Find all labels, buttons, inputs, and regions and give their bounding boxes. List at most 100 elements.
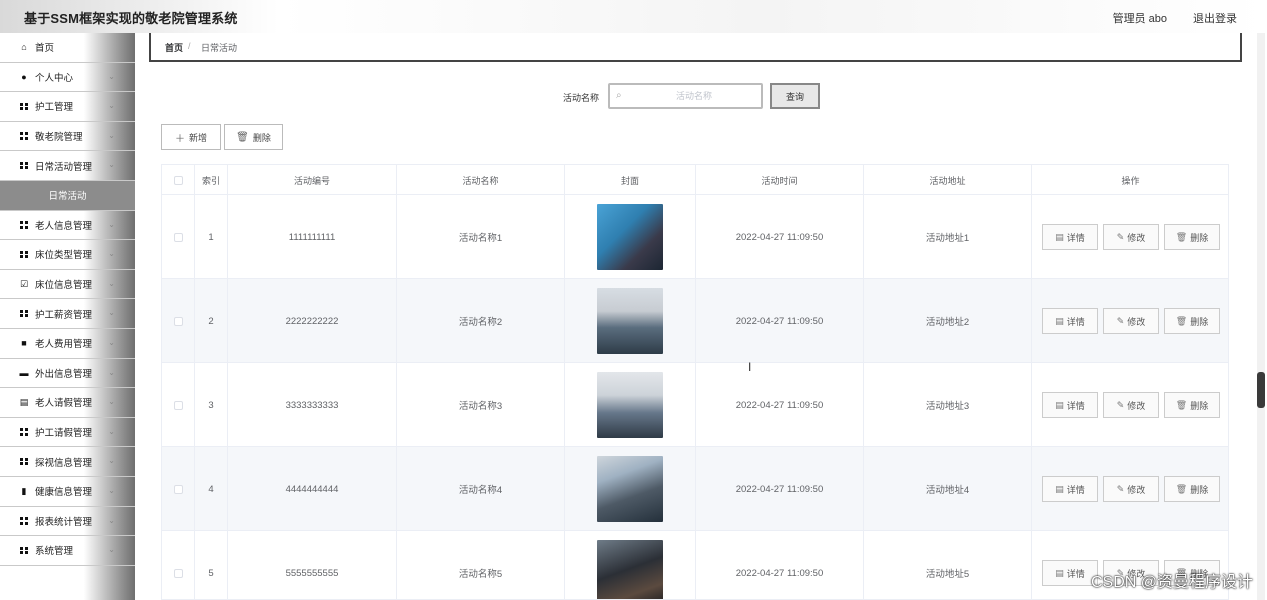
edit-button[interactable]: ✎ 修改 <box>1103 308 1159 334</box>
edit-button-label: 修改 <box>1127 316 1146 327</box>
sidebar-item-11[interactable]: ▬ 外出信息管理 ⌄ <box>0 359 135 389</box>
detail-button[interactable]: ▤ 详情 <box>1042 308 1098 334</box>
detail-button[interactable]: ▤ 详情 <box>1042 476 1098 502</box>
cover-image[interactable] <box>597 288 663 354</box>
row-checkbox[interactable] <box>173 400 183 410</box>
sidebar-item-3[interactable]: 敬老院管理 ⌄ <box>0 122 135 152</box>
edit-icon: ✎ <box>1116 315 1125 326</box>
logout-link[interactable]: 退出登录 <box>1193 10 1237 26</box>
edit-button[interactable]: ✎ 修改 <box>1103 224 1159 250</box>
grid-icon <box>19 101 29 111</box>
chevron-down-icon: ⌄ <box>108 219 115 229</box>
table-header: 索引 活动编号 活动名称 封面 活动时间 活动地址 操作 <box>162 165 1228 195</box>
edit-button-label: 修改 <box>1127 232 1146 243</box>
select-all-checkbox[interactable] <box>173 175 183 185</box>
sidebar-item-9[interactable]: 护工薪资管理 ⌄ <box>0 299 135 329</box>
sidebar-item-10[interactable]: ■ 老人费用管理 ⌄ <box>0 329 135 359</box>
row-checkbox[interactable] <box>173 316 183 326</box>
cell-cover <box>565 531 696 599</box>
cell-index: 2 <box>195 279 228 363</box>
cover-image[interactable] <box>597 372 663 438</box>
detail-button-label: 详情 <box>1066 232 1085 243</box>
document-icon: ▤ <box>1055 399 1064 410</box>
delete-button[interactable]: 🗑 删除 <box>1164 476 1220 502</box>
edit-button-label: 修改 <box>1127 484 1146 495</box>
sidebar-item-label: 外出信息管理 <box>35 368 93 380</box>
grid-icon <box>19 309 29 319</box>
sidebar-item-2[interactable]: 护工管理 ⌄ <box>0 92 135 122</box>
sidebar-item-label: 敬老院管理 <box>35 132 83 144</box>
add-button-label: 新增 <box>188 132 207 143</box>
sidebar-item-label: 护工请假管理 <box>35 428 93 440</box>
row-select-cell[interactable] <box>162 531 195 599</box>
sidebar-item-8[interactable]: ☑ 床位信息管理 ⌄ <box>0 270 135 300</box>
edit-button[interactable]: ✎ 修改 <box>1103 476 1159 502</box>
document-icon: ▤ <box>1055 483 1064 494</box>
trash-icon: 🗑 <box>236 131 249 143</box>
detail-button[interactable]: ▤ 详情 <box>1042 392 1098 418</box>
sidebar-item-17[interactable]: 系统管理 ⌄ <box>0 536 135 566</box>
sidebar-item-0[interactable]: ⌂ 首页 <box>0 33 135 63</box>
breadcrumb-home[interactable]: 首页 <box>165 41 183 54</box>
cell-name: 活动名称4 <box>397 447 565 531</box>
search-button[interactable]: 查询 <box>770 83 820 109</box>
scrollbar-thumb[interactable] <box>1257 372 1265 408</box>
cell-index: 1 <box>195 195 228 279</box>
search-input[interactable] <box>630 88 758 104</box>
sidebar-item-16[interactable]: 报表统计管理 ⌄ <box>0 507 135 537</box>
scrollbar[interactable] <box>1257 33 1265 600</box>
detail-button-label: 详情 <box>1066 316 1085 327</box>
cover-image[interactable] <box>597 204 663 270</box>
row-select-cell[interactable] <box>162 279 195 363</box>
grid-icon <box>19 516 29 526</box>
grid-icon <box>19 249 29 259</box>
delete-button[interactable]: 🗑 删除 <box>1164 308 1220 334</box>
select-all-header[interactable] <box>162 165 195 195</box>
search-field[interactable]: ⌕ <box>608 83 763 109</box>
detail-button[interactable]: ▤ 详情 <box>1042 224 1098 250</box>
cell-actions: ▤ 详情 ✎ 修改 🗑 删除 <box>1032 195 1228 279</box>
cell-code: 1111111111 <box>228 195 397 279</box>
row-select-cell[interactable] <box>162 195 195 279</box>
app-title: 基于SSM框架实现的敬老院管理系统 <box>24 11 238 26</box>
row-checkbox[interactable] <box>173 484 183 494</box>
text-cursor-icon: I <box>748 360 752 374</box>
table-row: 2 2222222222 活动名称2 2022-04-27 11:09:50 活动地址2… <box>162 279 1228 363</box>
sidebar-item-4[interactable]: 日常活动管理 ⌄ <box>0 151 135 181</box>
cell-time: 2022-04-27 11:09:50 <box>696 279 864 363</box>
sidebar-item-13[interactable]: 护工请假管理 ⌄ <box>0 418 135 448</box>
sidebar-item-1[interactable]: ● 个人中心 ⌄ <box>0 63 135 93</box>
document-icon: ▤ <box>1055 231 1064 242</box>
cell-cover <box>565 195 696 279</box>
row-checkbox[interactable] <box>173 568 183 578</box>
sidebar-item-15[interactable]: ▮ 健康信息管理 ⌄ <box>0 477 135 507</box>
sidebar-item-label: 老人请假管理 <box>35 398 93 410</box>
grid-icon <box>19 427 29 437</box>
sidebar-item-12[interactable]: ▤ 老人请假管理 ⌄ <box>0 388 135 418</box>
edit-button[interactable]: ✎ 修改 <box>1103 392 1159 418</box>
sidebar-item-7[interactable]: 床位类型管理 ⌄ <box>0 240 135 270</box>
cover-image[interactable] <box>597 540 663 599</box>
chevron-down-icon: ⌄ <box>108 545 115 555</box>
search-icon: ⌕ <box>616 90 622 101</box>
row-select-cell[interactable] <box>162 363 195 447</box>
cover-image[interactable] <box>597 456 663 522</box>
delete-button[interactable]: 🗑 删除 <box>1164 392 1220 418</box>
cell-actions: ▤ 详情 ✎ 修改 🗑 删除 <box>1032 279 1228 363</box>
delete-button[interactable]: 🗑 删除 <box>1164 224 1220 250</box>
add-button[interactable]: ＋ 新增 <box>161 124 221 150</box>
cell-time: 2022-04-27 11:09:50 <box>696 447 864 531</box>
cell-cover <box>565 447 696 531</box>
cell-address: 活动地址2 <box>864 279 1032 363</box>
row-checkbox[interactable] <box>173 232 183 242</box>
sidebar-item-14[interactable]: 探视信息管理 ⌄ <box>0 447 135 477</box>
sidebar-item-5[interactable]: 日常活动 <box>0 180 135 211</box>
bar-chart-icon: ▮ <box>21 485 27 496</box>
sidebar-item-6[interactable]: 老人信息管理 ⌄ <box>0 211 135 241</box>
activity-table: 索引 活动编号 活动名称 封面 活动时间 活动地址 操作 1 1111111111 活动名称1 2… <box>161 164 1229 600</box>
detail-button[interactable]: ▤ 详情 <box>1042 560 1098 586</box>
cell-time: 2022-04-27 11:09:50 <box>696 531 864 599</box>
row-select-cell[interactable] <box>162 447 195 531</box>
batch-delete-button[interactable]: 🗑 删除 <box>224 124 283 150</box>
home-icon: ⌂ <box>21 42 27 53</box>
